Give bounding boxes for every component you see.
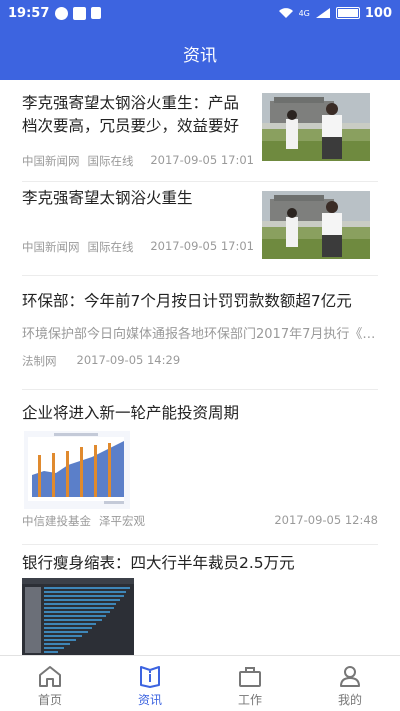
news-item[interactable]: 银行瘦身缩表：四大行半年裁员2.5万元 — [22, 546, 378, 655]
news-source: 中信建投基金 — [22, 514, 91, 528]
nav-news[interactable]: 资讯 — [100, 656, 200, 711]
nav-home[interactable]: 首页 — [0, 656, 100, 711]
news-thumbnail — [262, 93, 370, 161]
news-item[interactable]: 李克强寄望太钢浴火重生：产品档次要高，冗员要少，效益要好 中国新闻网 国际在线 … — [22, 90, 378, 182]
news-chart-thumbnail — [24, 431, 130, 509]
news-title: 企业将进入新一轮产能投资周期 — [22, 404, 240, 422]
news-title: 李克强寄望太钢浴火重生：产品档次要高，冗员要少，效益要好 — [22, 94, 240, 135]
news-date: 2017-09-05 17:01 — [150, 239, 254, 253]
bottom-nav: 首页 资讯 工作 我的 — [0, 655, 400, 711]
nav-label: 首页 — [37, 693, 62, 707]
status-time: 19:57 — [8, 5, 50, 21]
news-summary: 环境保护部今日向媒体通报各地环保部门2017年7月执行《… — [22, 327, 376, 342]
nav-label: 资讯 — [137, 693, 162, 707]
battery-icon — [335, 7, 360, 19]
news-date: 2017-09-05 14:29 — [76, 353, 181, 367]
status-bar: 19:57 4G 100 — [0, 0, 400, 26]
news-feed[interactable]: 李克强寄望太钢浴火重生：产品档次要高，冗员要少，效益要好 中国新闻网 国际在线 … — [0, 80, 400, 655]
news-source: 法制网 — [22, 354, 57, 368]
news-channel: 国际在线 — [87, 154, 134, 168]
news-meta: 法制网 2017-09-05 14:29 — [22, 353, 180, 369]
news-channel: 国际在线 — [87, 240, 134, 254]
shield-icon — [91, 7, 102, 19]
nav-label: 工作 — [237, 693, 262, 707]
news-book-icon — [140, 666, 160, 688]
news-table-thumbnail — [22, 578, 134, 655]
app-header: 资讯 — [0, 26, 400, 80]
news-meta: 中国新闻网 国际在线 2017-09-05 17:01 — [22, 153, 254, 169]
message-icon — [73, 6, 87, 20]
user-icon — [340, 666, 360, 687]
news-title: 李克强寄望太钢浴火重生 — [22, 189, 193, 207]
news-source: 中国新闻网 — [22, 154, 80, 168]
signal-icon — [315, 8, 330, 18]
nav-profile[interactable]: 我的 — [300, 656, 400, 711]
home-icon — [39, 666, 61, 687]
wifi-icon — [278, 8, 293, 18]
network-type: 4G — [298, 8, 310, 18]
notification-icon — [55, 6, 69, 20]
news-item[interactable]: 李克强寄望太钢浴火重生 中国新闻网 国际在线 2017-09-05 17:01 — [22, 183, 378, 276]
news-date: 2017-09-05 12:48 — [274, 513, 378, 527]
news-channel: 泽平宏观 — [99, 514, 145, 528]
nav-label: 我的 — [337, 693, 362, 707]
news-title: 环保部：今年前7个月按日计罚罚款数额超7亿元 — [22, 292, 352, 310]
nav-work[interactable]: 工作 — [200, 656, 300, 711]
news-item[interactable]: 环保部：今年前7个月按日计罚罚款数额超7亿元 环境保护部今日向媒体通报各地环保部… — [22, 277, 378, 390]
briefcase-icon — [239, 667, 261, 687]
news-meta: 中信建投基金 泽平宏观 2017-09-05 12:48 — [22, 513, 378, 529]
news-date: 2017-09-05 17:01 — [150, 153, 254, 167]
news-meta: 中国新闻网 国际在线 2017-09-05 17:01 — [22, 239, 254, 255]
page-title: 资讯 — [183, 45, 217, 66]
news-source: 中国新闻网 — [22, 240, 80, 254]
battery-level: 100 — [364, 5, 392, 21]
news-thumbnail — [262, 191, 370, 259]
news-item[interactable]: 企业将进入新一轮产能投资周期 中信建投基金 泽平宏观 2017-09-05 12… — [22, 391, 378, 545]
news-title: 银行瘦身缩表：四大行半年裁员2.5万元 — [22, 554, 295, 572]
